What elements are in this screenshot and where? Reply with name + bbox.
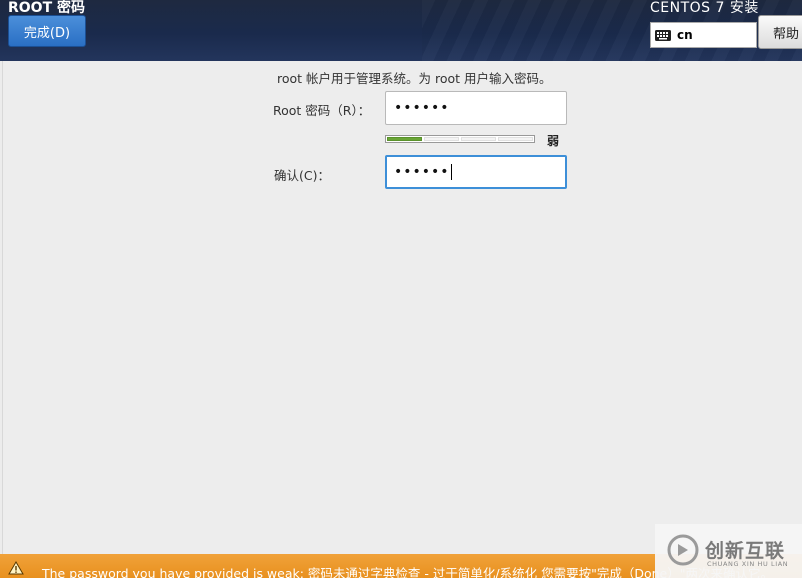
strength-segment (461, 137, 496, 141)
password-strength-bar (385, 135, 535, 143)
root-password-input[interactable]: •••••• (385, 91, 567, 125)
text-caret (450, 164, 452, 180)
password-strength-label: 弱 (547, 134, 560, 148)
watermark-subtitle: CHUANG XIN HU LIAN (707, 560, 789, 568)
confirm-password-label: 确认(C)： (274, 168, 330, 183)
root-password-label: Root 密码（R）： (273, 103, 371, 118)
warning-icon (8, 561, 24, 575)
top-bar: ROOT 密码 完成(D) CENTOS 7 安装 cn 帮助 (0, 0, 802, 61)
keyboard-layout-value: cn (677, 28, 693, 42)
confirm-password-value: •••••• (394, 164, 450, 180)
strength-segment (498, 137, 533, 141)
keyboard-layout-indicator[interactable]: cn (650, 22, 757, 48)
root-password-value: •••••• (394, 100, 450, 116)
watermark: 创新互联 CHUANG XIN HU LIAN (655, 524, 802, 578)
brand-logo-icon (667, 534, 699, 566)
help-button[interactable]: 帮助 (758, 15, 802, 49)
product-title: CENTOS 7 安装 (650, 0, 759, 16)
watermark-name: 创新互联 (705, 540, 786, 562)
strength-segment (387, 137, 422, 141)
intro-text: root 帐户用于管理系统。为 root 用户输入密码。 (277, 71, 552, 86)
confirm-password-input[interactable]: •••••• (385, 155, 567, 189)
done-button[interactable]: 完成(D) (8, 15, 86, 47)
keyboard-icon (655, 29, 671, 41)
strength-segment (424, 137, 459, 141)
